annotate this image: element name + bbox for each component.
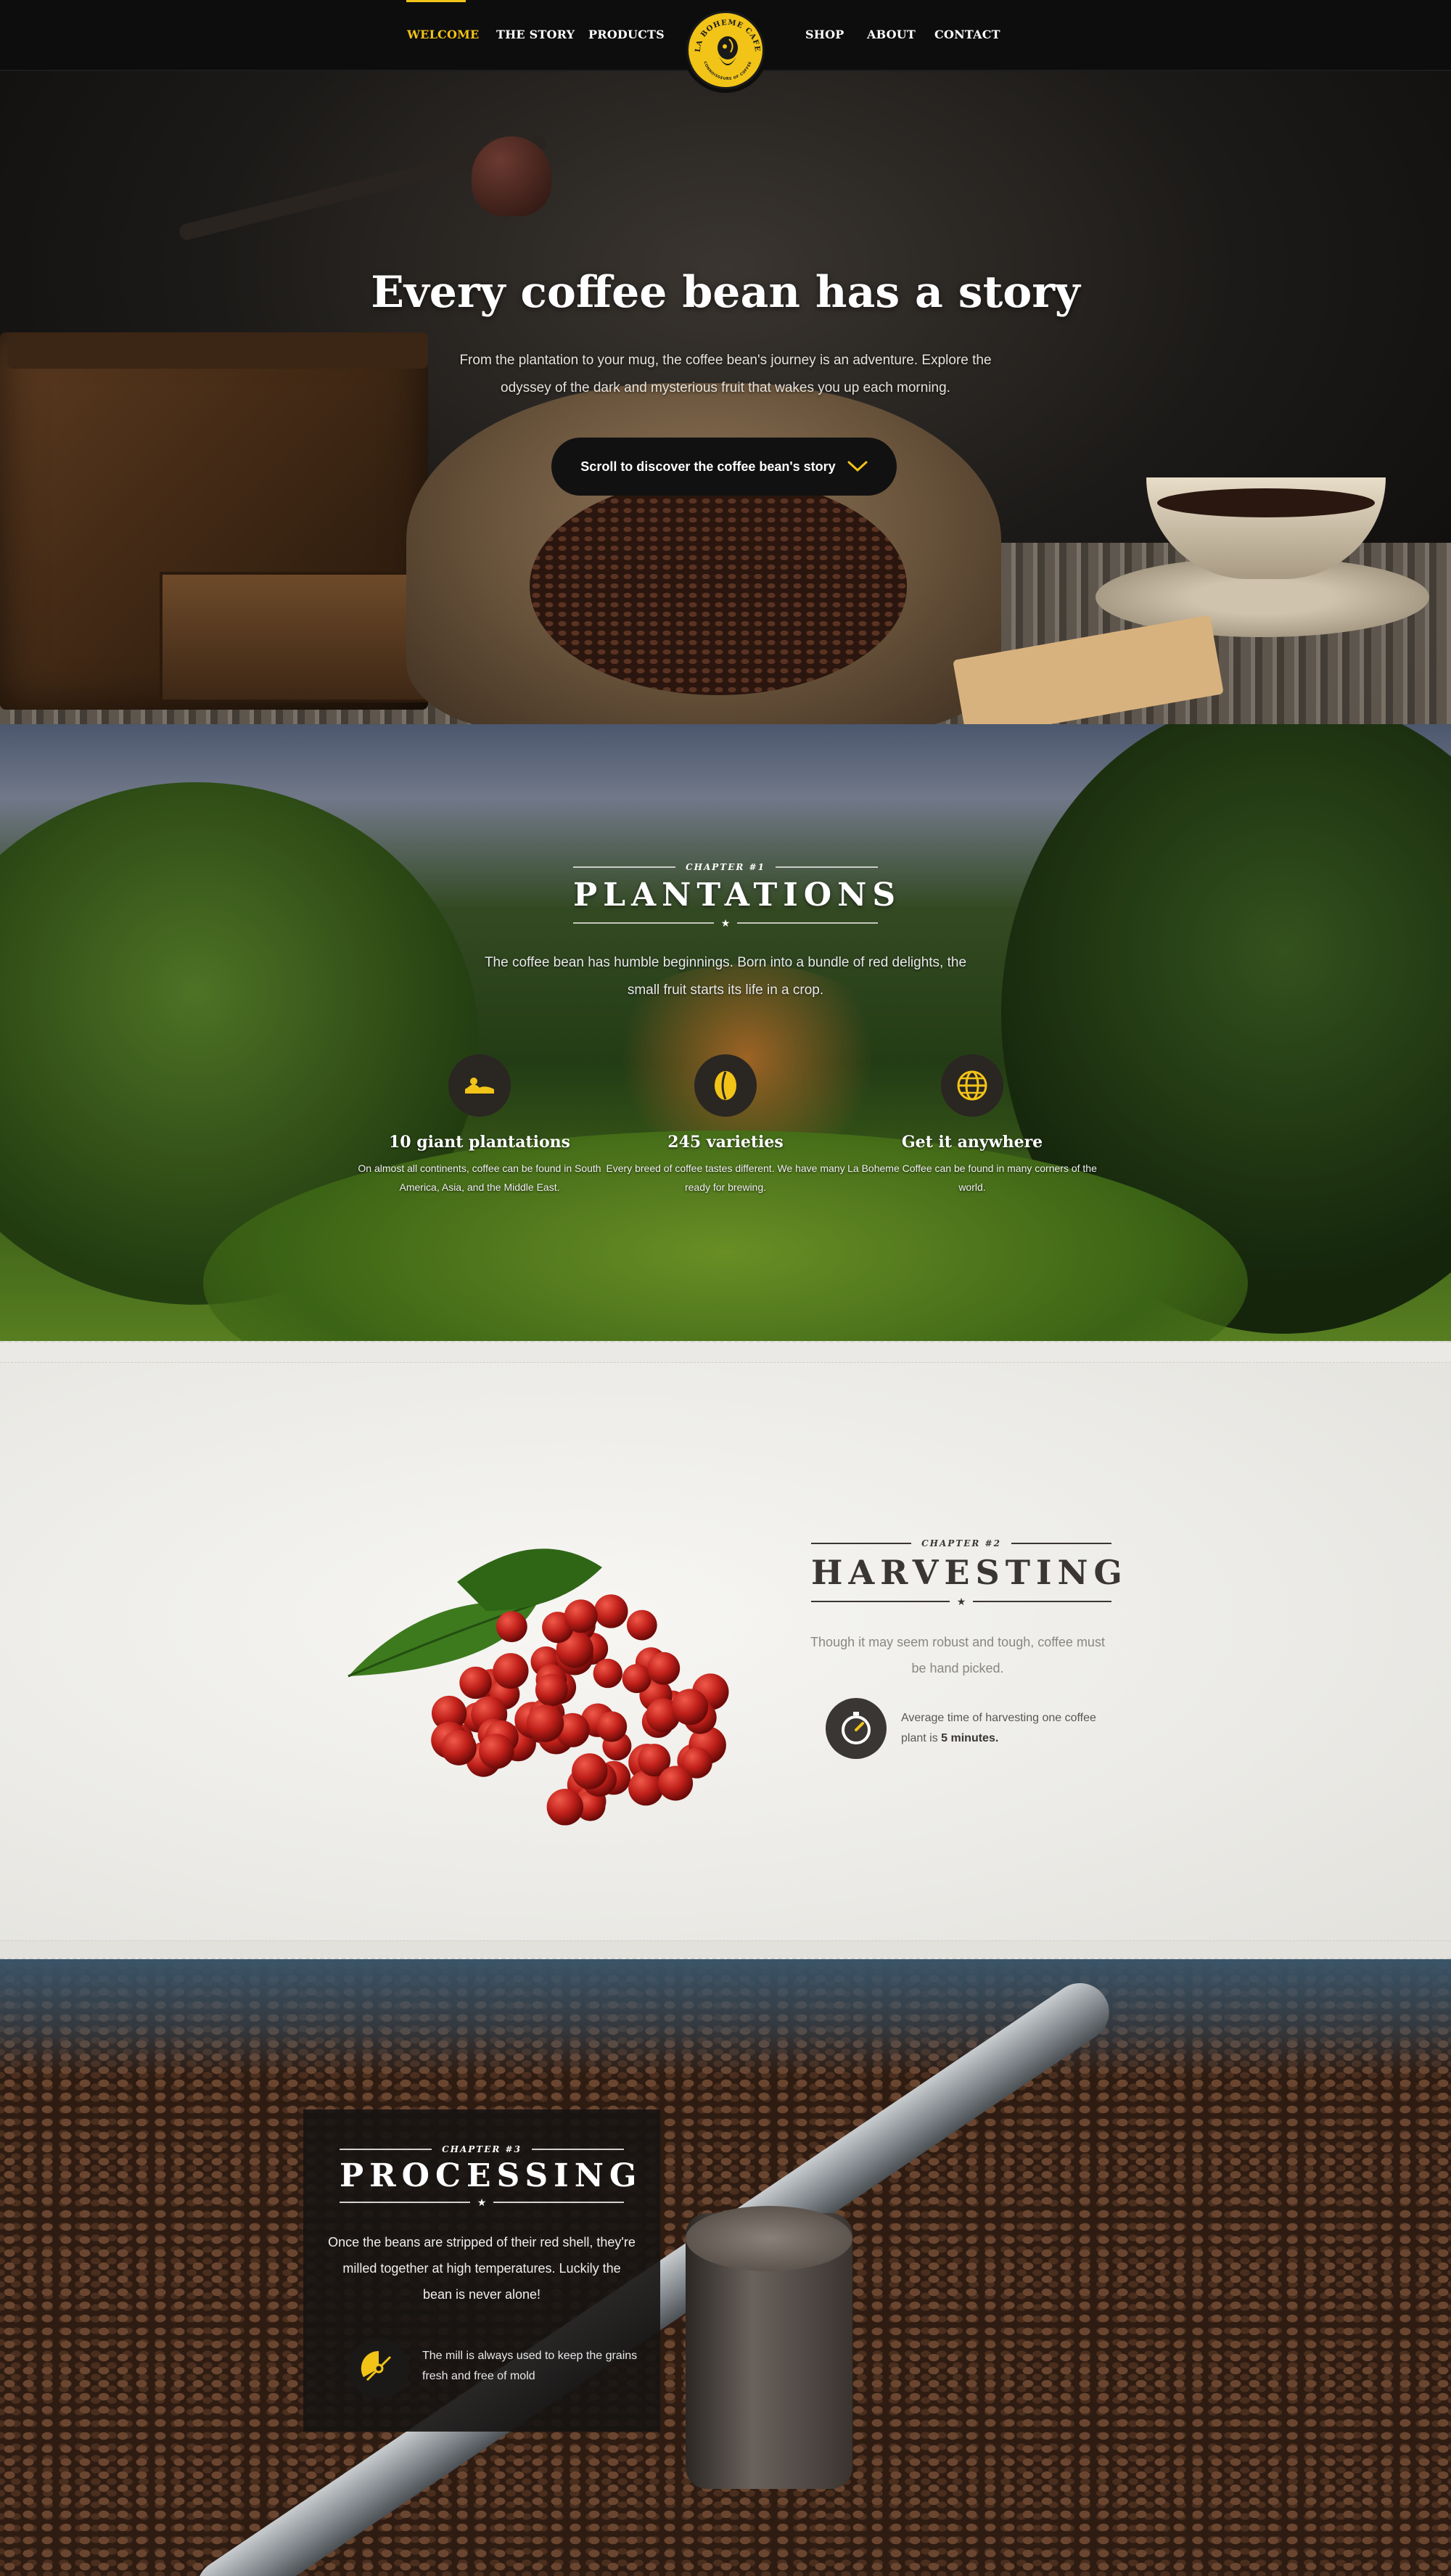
coffee-cherry xyxy=(493,1653,529,1689)
processing-heading: CHAPTER #3 PROCESSING ★ xyxy=(340,2144,643,2208)
logo-badge: LA BOHEME CAFE CONNOISSEURS OF COFFEE xyxy=(686,11,765,89)
chapter-title: PLANTATIONS xyxy=(573,877,902,914)
coffee-bean-icon xyxy=(694,1054,757,1117)
coffee-cherry xyxy=(593,1594,628,1628)
star-icon: ★ xyxy=(477,2196,487,2208)
grinder-drawer xyxy=(160,572,443,702)
chapter-label: CHAPTER #3 xyxy=(442,2144,522,2154)
coffee-cherry xyxy=(459,1666,492,1699)
brand-logo[interactable]: LA BOHEME CAFE CONNOISSEURS OF COFFEE xyxy=(683,7,768,93)
coffee-cherry xyxy=(626,1609,657,1641)
section-divider xyxy=(0,1342,1451,1363)
nav-the-story[interactable]: THE STORY xyxy=(496,28,575,41)
feature-anywhere: Get it anywhere La Boheme Coffee can be … xyxy=(842,1054,1103,1197)
coffee-cherry xyxy=(596,1711,628,1742)
coffee-cherry xyxy=(564,1599,598,1633)
scroll-button-label: Scroll to discover the coffee bean's sto… xyxy=(580,459,836,474)
active-indicator xyxy=(406,0,466,2)
plantations-heading: CHAPTER #1 PLANTATIONS ★ xyxy=(573,862,902,929)
roaster-drum-edge xyxy=(0,1959,1451,2075)
feature-title: 245 varieties xyxy=(667,1133,784,1152)
coffee-cherry xyxy=(672,1689,709,1726)
coffee-cherry xyxy=(647,1652,681,1685)
mill-icon xyxy=(348,2338,409,2399)
chapter-label: CHAPTER #1 xyxy=(686,862,765,872)
logo-emblem: LA BOHEME CAFE CONNOISSEURS OF COFFEE xyxy=(694,19,760,81)
globe-icon xyxy=(941,1054,1003,1117)
feature-title: Get it anywhere xyxy=(901,1133,1043,1152)
stat-text: Average time of harvesting one coffee pl… xyxy=(901,1712,1096,1744)
nav-products[interactable]: PRODUCTS xyxy=(588,28,665,41)
stat-value: 5 minutes. xyxy=(941,1732,999,1744)
hero-subtitle: From the plantation to your mug, the cof… xyxy=(459,353,992,395)
hero-title: Every coffee bean has a story xyxy=(371,267,1080,318)
star-icon: ★ xyxy=(956,1596,966,1607)
coffee-beans-image xyxy=(530,477,907,695)
nav-about[interactable]: ABOUT xyxy=(867,28,916,41)
coffee-cherry xyxy=(526,1705,564,1742)
plantations-section: CHAPTER #1 PLANTATIONS ★ The coffee bean… xyxy=(0,724,1451,1341)
section-divider xyxy=(0,1940,1451,1958)
coffee-cherry xyxy=(658,1765,694,1801)
scroll-discover-button[interactable]: Scroll to discover the coffee bean's sto… xyxy=(551,438,897,496)
chevron-down-icon xyxy=(847,461,868,472)
grinder-knob xyxy=(472,136,551,216)
feature-text: La Boheme Coffee can be found in many co… xyxy=(847,1162,1097,1193)
processing-text: Once the beans are stripped of their red… xyxy=(328,2235,636,2302)
feature-text: Every breed of coffee tastes different. … xyxy=(606,1162,845,1193)
chapter-title: PROCESSING xyxy=(340,2157,643,2194)
coffee-cherry xyxy=(535,1673,568,1707)
star-icon: ★ xyxy=(720,917,731,929)
mill-hub-cap xyxy=(686,2206,852,2271)
logo-subtext: CONNOISSEURS OF COFFEE xyxy=(702,61,752,81)
harvest-stat: Average time of harvesting one coffee pl… xyxy=(901,1708,1119,1749)
mill-text: The mill is always used to keep the grai… xyxy=(422,2350,638,2382)
timer-icon xyxy=(826,1698,887,1759)
chapter-title: HARVESTING xyxy=(811,1553,1128,1592)
harvesting-section: CHAPTER #2 HARVESTING ★ Though it may se… xyxy=(0,1341,1451,1959)
coffee-cherry xyxy=(441,1730,477,1765)
coffee-cherries-image xyxy=(348,1549,729,1826)
harvesting-heading: CHAPTER #2 HARVESTING ★ xyxy=(811,1538,1128,1607)
coffee-cherry xyxy=(546,1789,583,1826)
nav-welcome[interactable]: WELCOME xyxy=(407,28,479,41)
hero-section: Every coffee bean has a story From the p… xyxy=(0,71,1451,724)
coffee-cherry xyxy=(593,1658,622,1689)
feature-title: 10 giant plantations xyxy=(388,1133,571,1152)
grinder-top xyxy=(7,332,428,369)
harvesting-subtitle: Though it may seem robust and tough, cof… xyxy=(810,1635,1105,1675)
svg-text:CONNOISSEURS OF COFFEE: CONNOISSEURS OF COFFEE xyxy=(702,61,752,81)
image-overlay xyxy=(0,724,1451,1341)
top-navigation: WELCOME THE STORY PRODUCTS SHOP ABOUT CO… xyxy=(0,0,1451,93)
coffee-cherry xyxy=(496,1611,527,1643)
processing-card: CHAPTER #3 PROCESSING ★ Once the beans a… xyxy=(303,2109,660,2432)
coffee-surface xyxy=(1157,488,1375,517)
feature-plantations: 10 giant plantations On almost all conti… xyxy=(349,1054,610,1197)
feature-varieties: 245 varieties Every breed of coffee tast… xyxy=(595,1054,856,1197)
coffee-cherry xyxy=(572,1753,608,1789)
nav-contact[interactable]: CONTACT xyxy=(934,28,1000,41)
coffee-cherry xyxy=(479,1734,514,1769)
processing-section: CHAPTER #3 PROCESSING ★ Once the beans a… xyxy=(0,1959,1451,2576)
coffee-cherry xyxy=(622,1664,651,1694)
feature-text: On almost all continents, coffee can be … xyxy=(358,1162,601,1193)
plantation-icon xyxy=(448,1054,511,1117)
chapter-label: CHAPTER #2 xyxy=(921,1538,1001,1549)
plantations-subtitle: The coffee bean has humble beginnings. B… xyxy=(484,955,967,998)
nav-shop[interactable]: SHOP xyxy=(805,28,844,41)
